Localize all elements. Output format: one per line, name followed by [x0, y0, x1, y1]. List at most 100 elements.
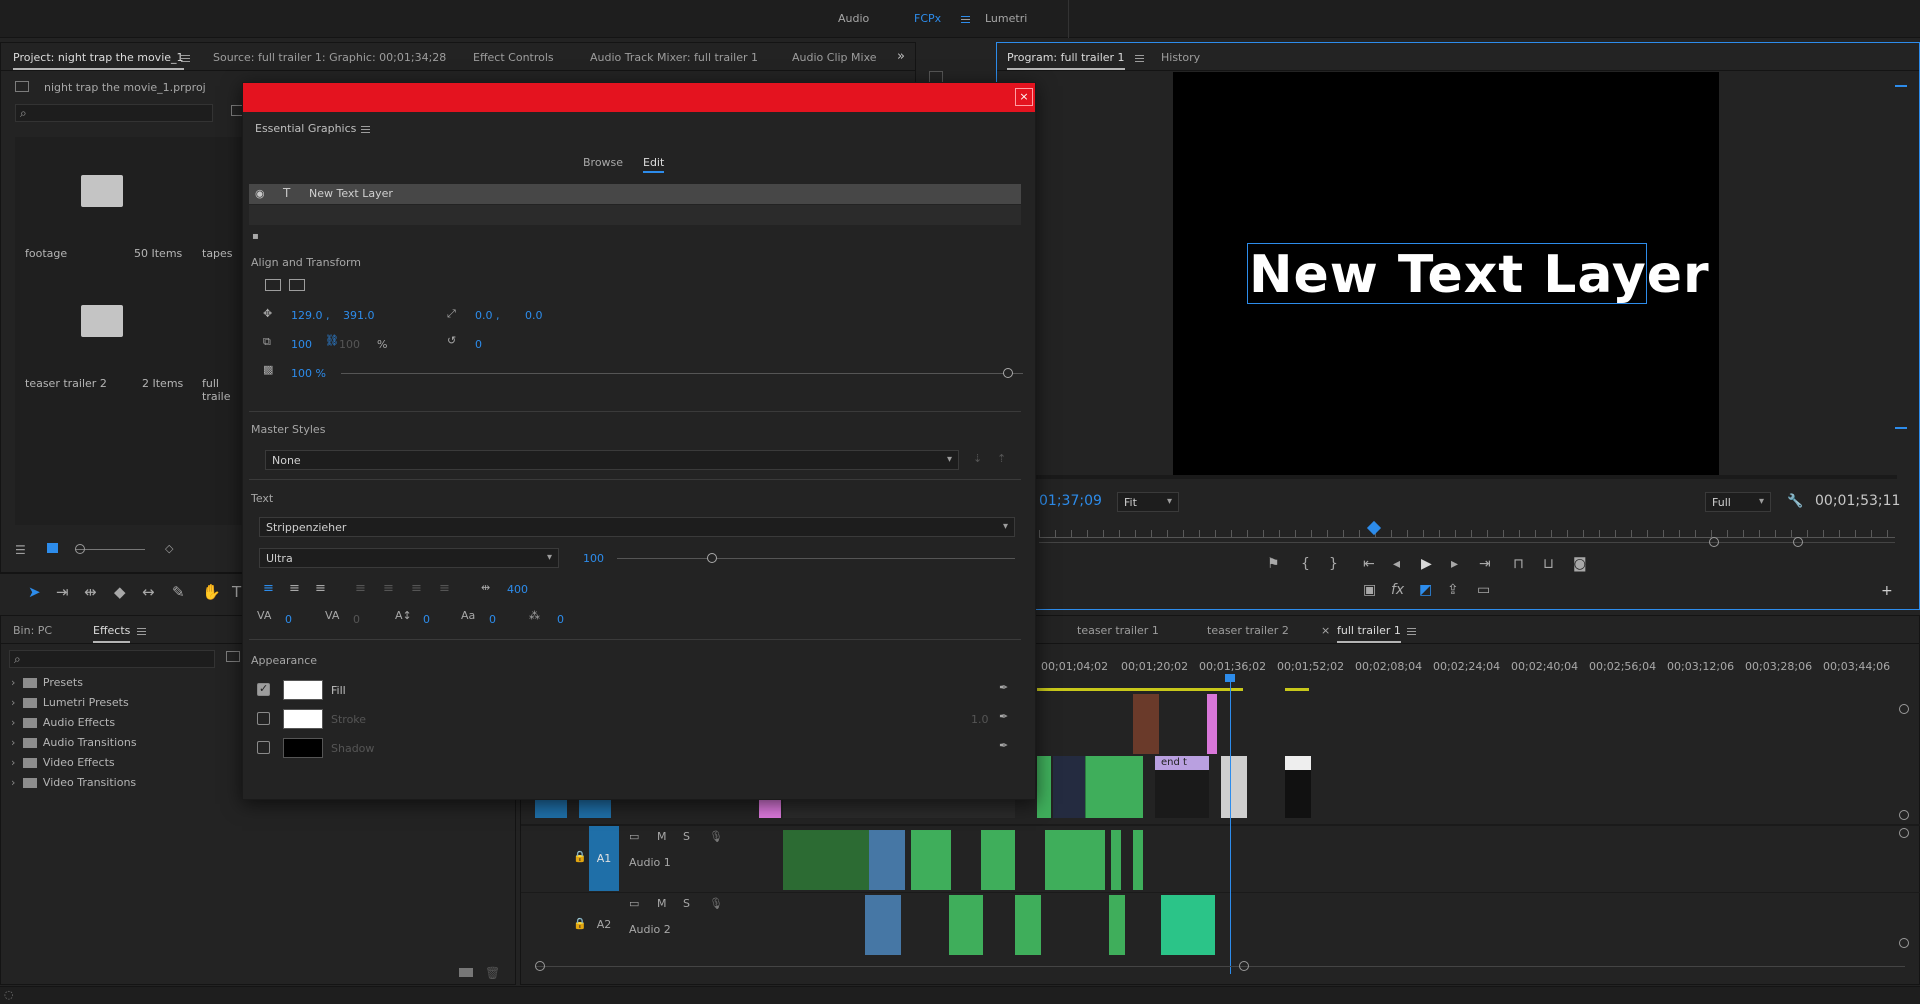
baseline-value[interactable]: 0: [489, 613, 496, 626]
workspace-menu-icon[interactable]: [953, 12, 970, 25]
project-menu-icon[interactable]: [173, 51, 190, 64]
audio-clip[interactable]: [911, 830, 951, 890]
opacity-slider[interactable]: [341, 373, 1023, 374]
fx-icon[interactable]: fx: [1391, 583, 1404, 597]
monitor-zoom-bar[interactable]: [1039, 542, 1895, 543]
list-item[interactable]: › Presets: [11, 676, 83, 689]
spacing-value[interactable]: 0: [557, 613, 564, 626]
push-style-icon[interactable]: ⇣: [973, 452, 982, 465]
video-clip[interactable]: [1207, 694, 1217, 754]
playhead-timecode[interactable]: 01;37;09: [1039, 493, 1102, 509]
go-to-in-icon[interactable]: ⇤: [1363, 557, 1375, 571]
audio-clip[interactable]: [1015, 895, 1041, 955]
justify-center-icon[interactable]: ≡: [383, 581, 394, 596]
justify-all-icon[interactable]: ≡: [439, 581, 450, 596]
program-menu-icon[interactable]: [1127, 51, 1144, 64]
new-layer-icon[interactable]: ▪: [252, 231, 259, 242]
zoom-dropdown[interactable]: Fit ▾: [1117, 492, 1179, 512]
step-forward-icon[interactable]: ▸: [1451, 557, 1458, 571]
tab-edit[interactable]: Edit: [643, 156, 665, 173]
audio-clip[interactable]: [1109, 895, 1125, 955]
icon-view-icon[interactable]: [47, 543, 58, 553]
panel-menu-icon[interactable]: [353, 122, 370, 135]
vertical-zoom-handle[interactable]: [1899, 828, 1909, 838]
tab-audio-track-mixer[interactable]: Audio Track Mixer: full trailer 1: [590, 51, 758, 64]
timeline-scrollbar[interactable]: [535, 966, 1905, 967]
selection-tool-icon[interactable]: ➤: [28, 583, 41, 601]
slip-tool-icon[interactable]: ↔: [142, 583, 155, 601]
timeline-playhead[interactable]: [1230, 676, 1231, 974]
video-clip[interactable]: [1085, 756, 1143, 818]
safe-margins-icon[interactable]: ▣: [1363, 583, 1376, 597]
position-x-value[interactable]: 129.0 ,: [291, 309, 329, 322]
close-sequence-icon[interactable]: ×: [1321, 624, 1330, 637]
list-item[interactable]: › Video Transitions: [11, 776, 136, 789]
add-button-icon[interactable]: +: [1881, 584, 1893, 598]
video-clip[interactable]: [759, 798, 781, 818]
new-folder-icon[interactable]: [459, 968, 473, 977]
mic-icon[interactable]: 🎙: [709, 897, 723, 910]
quality-dropdown[interactable]: Full ▾: [1705, 492, 1771, 512]
dialog-titlebar[interactable]: [243, 83, 1035, 112]
stroke-width-value[interactable]: 1.0: [971, 713, 989, 726]
link-icon[interactable]: ⛓: [325, 334, 339, 347]
tab-program[interactable]: Program: full trailer 1: [1007, 51, 1125, 70]
video-clip[interactable]: [1037, 756, 1051, 818]
lock-icon[interactable]: 🔒: [573, 850, 587, 863]
timeline-menu-icon[interactable]: [1399, 624, 1416, 637]
lift-icon[interactable]: ⊓: [1513, 557, 1524, 571]
align-left-icon[interactable]: ≡: [263, 581, 274, 596]
comparison-icon[interactable]: ◩: [1419, 583, 1432, 597]
shadow-color-swatch[interactable]: [283, 738, 323, 758]
video-clip[interactable]: [1221, 756, 1247, 818]
sync-lock-icon[interactable]: ▭: [629, 830, 639, 843]
tab-effect-controls[interactable]: Effect Controls: [473, 51, 554, 64]
tab-history[interactable]: History: [1161, 51, 1200, 64]
hand-tool-icon[interactable]: ✋: [202, 583, 221, 601]
align-center-vertical-icon[interactable]: [265, 279, 281, 291]
sync-lock-icon[interactable]: ▭: [629, 897, 639, 910]
work-area-bar[interactable]: [1285, 688, 1309, 691]
zoom-slider-handle[interactable]: [75, 544, 85, 554]
opacity-value[interactable]: 100 %: [291, 367, 326, 380]
effects-search-input[interactable]: ⌕: [9, 650, 215, 668]
sync-style-icon[interactable]: ⇡: [997, 452, 1006, 465]
vertical-zoom-handle[interactable]: [1899, 938, 1909, 948]
track-id[interactable]: A2: [589, 893, 619, 957]
vr-icon[interactable]: ▭: [1477, 583, 1490, 597]
video-frame[interactable]: New Text Layer: [1173, 72, 1719, 476]
audio-clip[interactable]: [1045, 830, 1105, 890]
audio-clip[interactable]: [949, 895, 983, 955]
tsume-value[interactable]: 0: [353, 613, 360, 626]
monitor-mini-ruler[interactable]: [1039, 530, 1895, 538]
lock-icon[interactable]: 🔒: [573, 917, 587, 930]
stroke-checkbox[interactable]: [257, 712, 270, 725]
tab-source[interactable]: Source: full trailer 1: Graphic: 00;01;3…: [213, 51, 446, 64]
scale-height-value[interactable]: 100: [339, 338, 360, 351]
audio-clip[interactable]: [1111, 830, 1121, 890]
ripple-edit-tool-icon[interactable]: ⇹: [84, 583, 97, 601]
mute-button[interactable]: M: [657, 830, 667, 843]
go-to-out-icon[interactable]: ⇥: [1479, 557, 1491, 571]
align-center-horizontal-icon[interactable]: [289, 279, 305, 291]
tab-browse[interactable]: Browse: [583, 156, 623, 169]
wrench-icon[interactable]: 🔧: [1787, 494, 1803, 509]
pen-tool-icon[interactable]: ✎: [172, 583, 185, 601]
eye-icon[interactable]: ◉: [255, 187, 265, 200]
zoom-handle-right[interactable]: [1793, 537, 1803, 547]
folder-icon[interactable]: [81, 175, 123, 207]
eyedropper-icon[interactable]: ✒: [999, 710, 1008, 723]
scroll-handle-left[interactable]: [535, 961, 545, 971]
eyedropper-icon[interactable]: ✒: [999, 739, 1008, 752]
tab-sequence[interactable]: teaser trailer 2: [1207, 624, 1289, 637]
kerning-value[interactable]: 0: [285, 613, 292, 626]
video-clip[interactable]: [1053, 756, 1085, 818]
track-target[interactable]: [535, 798, 567, 818]
fill-color-swatch[interactable]: [283, 680, 323, 700]
audio-clip[interactable]: [783, 830, 869, 890]
mark-in-icon[interactable]: {: [1301, 557, 1310, 571]
mark-out-icon[interactable]: }: [1329, 557, 1338, 571]
audio-clip[interactable]: [1133, 830, 1143, 890]
marker-icon[interactable]: ⚑: [1267, 557, 1280, 571]
list-item[interactable]: › Video Effects: [11, 756, 115, 769]
